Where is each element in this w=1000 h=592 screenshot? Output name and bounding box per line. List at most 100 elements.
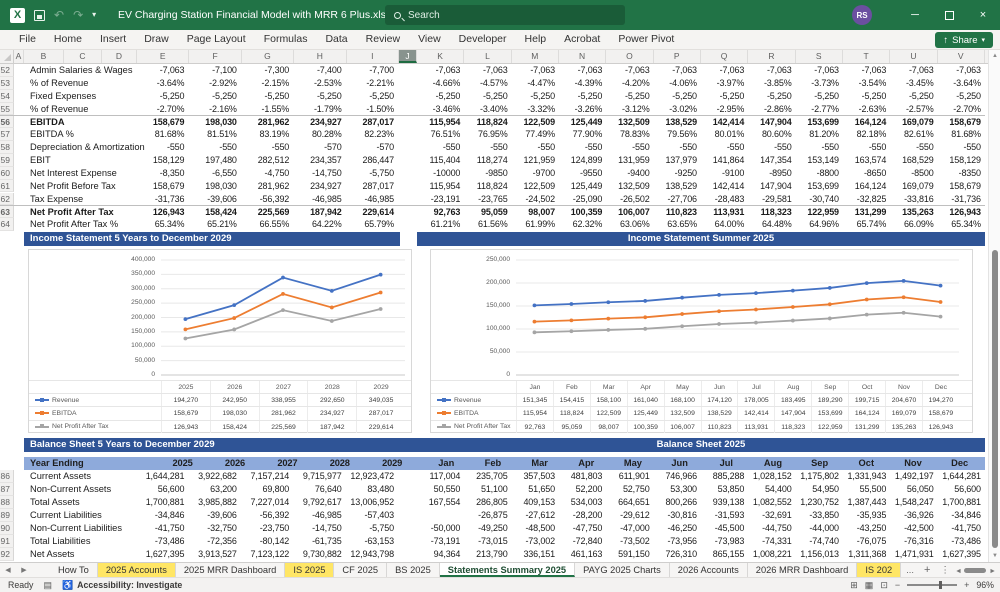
cell[interactable]: -32,825 [843, 193, 890, 206]
cell[interactable]: -5,750 [347, 167, 399, 180]
cell[interactable]: 81.51% [189, 128, 241, 141]
cell[interactable]: 117,004 [417, 470, 464, 483]
cell[interactable]: 664,651 [606, 496, 653, 509]
cell[interactable]: -7,300 [242, 64, 294, 77]
cell[interactable]: 1,387,443 [843, 496, 890, 509]
row-label-cell[interactable]: Net Profit After Tax [14, 206, 137, 218]
undo-icon[interactable]: ↶ [54, 8, 64, 22]
balance-header-month[interactable]: Oct [845, 457, 892, 470]
sheet-tab-payg-2025-charts[interactable]: PAYG 2025 Charts [575, 563, 670, 577]
cell[interactable]: 3,922,682 [189, 470, 241, 483]
cell[interactable] [399, 141, 417, 154]
cell[interactable]: -550 [938, 141, 985, 154]
cell[interactable]: 65.34% [938, 218, 985, 231]
cell[interactable]: -5,250 [796, 90, 843, 103]
cell[interactable]: 336,151 [512, 548, 559, 561]
cell[interactable]: -5,750 [347, 522, 399, 535]
new-sheet-button[interactable]: + [919, 563, 935, 577]
cell[interactable] [417, 509, 464, 522]
cell[interactable]: -5,250 [890, 90, 937, 103]
cell[interactable]: -72,356 [189, 535, 241, 548]
cell[interactable]: 115,954 [417, 116, 464, 128]
column-header-c[interactable]: C [64, 50, 102, 63]
cell[interactable]: 64.00% [701, 218, 748, 231]
sheet-tab-bs-2025[interactable]: BS 2025 [387, 563, 440, 577]
cell[interactable]: -1.50% [347, 103, 399, 116]
cell[interactable]: -7,063 [417, 64, 464, 77]
cell[interactable]: -9100 [701, 167, 748, 180]
cell[interactable]: -5,250 [701, 90, 748, 103]
cell[interactable]: 63,200 [189, 483, 241, 496]
ribbon-tab-acrobat[interactable]: Acrobat [555, 30, 609, 49]
cell[interactable]: -550 [890, 141, 937, 154]
cell[interactable]: 153,699 [796, 180, 843, 193]
cell[interactable]: -31,736 [938, 193, 985, 206]
cell[interactable]: -56,392 [242, 193, 294, 206]
cell[interactable]: 282,512 [242, 154, 294, 167]
cell[interactable]: 939,138 [701, 496, 748, 509]
cell[interactable]: 137,979 [654, 154, 701, 167]
cell[interactable]: 118,323 [748, 206, 795, 218]
ribbon-tab-home[interactable]: Home [45, 30, 91, 49]
row-label-cell[interactable]: Total Assets [14, 496, 137, 509]
cell[interactable]: -550 [559, 141, 606, 154]
row-header-54[interactable]: 54 [0, 89, 14, 103]
cell[interactable]: 164,124 [843, 116, 890, 128]
cell[interactable]: 56,600 [938, 483, 985, 496]
column-header-t[interactable]: T [843, 50, 891, 63]
cell[interactable]: 3,913,527 [189, 548, 241, 561]
cell[interactable] [399, 535, 417, 548]
cell[interactable]: -2.92% [189, 77, 241, 90]
cell[interactable]: 65.79% [347, 218, 399, 231]
cell[interactable]: 81.68% [137, 128, 189, 141]
cell[interactable]: 409,153 [512, 496, 559, 509]
macro-record-icon[interactable]: ▤ [43, 580, 52, 591]
cell[interactable]: -2.53% [294, 77, 346, 90]
chart-income-statement-5-years[interactable]: 0 50,000 100,000 150,000 200,000 250,000 300,0… [28, 249, 412, 433]
cell[interactable]: -5,250 [137, 90, 189, 103]
search-box[interactable]: Search [385, 5, 625, 25]
cell[interactable]: -7,063 [137, 64, 189, 77]
normal-view-icon[interactable]: ⊞ [850, 580, 858, 591]
cell[interactable]: 82.18% [843, 128, 890, 141]
cell[interactable]: 726,310 [654, 548, 701, 561]
cell[interactable]: -5,250 [559, 90, 606, 103]
cell[interactable]: -3.73% [796, 77, 843, 90]
cell[interactable]: -41,750 [137, 522, 189, 535]
cell[interactable]: -3.45% [890, 77, 937, 90]
cell[interactable]: 110,823 [654, 206, 701, 218]
cell[interactable]: 126,943 [137, 206, 189, 218]
cell[interactable]: 1,627,395 [137, 548, 189, 561]
cell[interactable]: -42,500 [890, 522, 937, 535]
cell[interactable]: 13,006,952 [347, 496, 399, 509]
cell[interactable]: -45,500 [701, 522, 748, 535]
cell[interactable]: -3.64% [137, 77, 189, 90]
horizontal-scroll-thumb[interactable] [964, 568, 987, 574]
balance-header-month[interactable]: May [612, 457, 659, 470]
cell[interactable]: 80.28% [294, 128, 346, 141]
ribbon-tab-draw[interactable]: Draw [135, 30, 178, 49]
cell[interactable]: 121,959 [512, 154, 559, 167]
column-header-d[interactable]: D [102, 50, 137, 63]
cell[interactable]: 197,480 [189, 154, 241, 167]
row-header-53[interactable]: 53 [0, 76, 14, 90]
cell[interactable]: 153,149 [796, 154, 843, 167]
cell[interactable]: -9550 [559, 167, 606, 180]
cell[interactable]: -26,502 [606, 193, 653, 206]
cell[interactable]: 100,359 [559, 206, 606, 218]
balance-header-month[interactable]: Jul [705, 457, 752, 470]
balance-header-year[interactable]: 2025 [145, 457, 197, 470]
cell[interactable]: 52,750 [606, 483, 653, 496]
cell[interactable]: -2.16% [189, 103, 241, 116]
cell[interactable]: 591,150 [606, 548, 653, 561]
cell[interactable]: -10000 [417, 167, 464, 180]
cell[interactable]: 9,730,882 [294, 548, 346, 561]
cell[interactable]: -7,063 [654, 64, 701, 77]
balance-header-month[interactable]: Nov [892, 457, 939, 470]
cell[interactable]: 1,156,013 [796, 548, 843, 561]
column-header-h[interactable]: H [294, 50, 347, 63]
cell[interactable]: -32,691 [748, 509, 795, 522]
cell[interactable]: -5,250 [654, 90, 701, 103]
cell[interactable]: -23,750 [242, 522, 294, 535]
column-header-r[interactable]: R [748, 50, 796, 63]
